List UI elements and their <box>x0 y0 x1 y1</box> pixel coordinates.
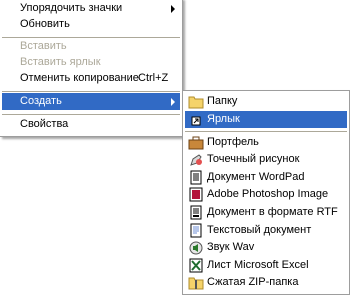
submenu-arrow-icon <box>171 98 175 106</box>
zip-folder-icon <box>188 275 204 290</box>
shortcut-icon <box>188 112 204 127</box>
submenu-item-label: Папку <box>207 95 238 107</box>
menu-item-label: Свойства <box>20 118 69 130</box>
submenu-item-label: Сжатая ZIP-папка <box>207 276 299 288</box>
submenu-item-label: Лист Microsoft Excel <box>207 259 309 271</box>
text-document-icon <box>188 223 204 238</box>
photoshop-icon <box>188 187 204 202</box>
submenu-item-label: Adobe Photoshop Image <box>207 188 329 200</box>
excel-icon <box>188 258 204 273</box>
menu-item-label: Создать <box>20 95 62 107</box>
rtf-icon <box>188 205 204 220</box>
submenu-item-briefcase[interactable]: Портфель <box>185 134 347 151</box>
menu-item-shortcut: Ctrl+Z <box>138 72 169 84</box>
submenu-item-zip-folder[interactable]: Сжатая ZIP-папка <box>185 274 347 291</box>
submenu-item-label: Ярлык <box>207 113 240 125</box>
submenu-item-wav-sound[interactable]: Звук Wav <box>185 239 347 256</box>
submenu-item-bitmap[interactable]: Точечный рисунок <box>185 151 347 168</box>
submenu-item-text-document[interactable]: Текстовый документ <box>185 222 347 239</box>
sound-icon <box>188 240 204 255</box>
menu-item-paste-shortcut[interactable]: Вставить ярлык <box>2 54 180 71</box>
menu-item-undo-copy[interactable]: Отменить копирование Ctrl+Z <box>2 70 180 87</box>
desktop-context-menu: Упорядочить значки Обновить Вставить Вст… <box>0 0 183 137</box>
menu-item-label: Обновить <box>20 18 70 30</box>
submenu-item-wordpad[interactable]: Документ WordPad <box>185 169 347 186</box>
menu-item-arrange-icons[interactable]: Упорядочить значки <box>2 0 180 17</box>
menu-item-properties[interactable]: Свойства <box>2 116 180 133</box>
submenu-item-label: Точечный рисунок <box>207 153 300 165</box>
menu-item-label: Вставить <box>20 40 67 52</box>
submenu-item-excel[interactable]: Лист Microsoft Excel <box>185 257 347 274</box>
submenu-item-label: Документ в формате RTF <box>207 206 338 218</box>
submenu-item-label: Портфель <box>207 136 259 148</box>
menu-item-paste[interactable]: Вставить <box>2 38 180 55</box>
menu-separator <box>185 131 347 132</box>
menu-item-new[interactable]: Создать <box>2 93 180 110</box>
submenu-item-label: Документ WordPad <box>207 171 305 183</box>
wordpad-icon <box>188 170 204 185</box>
submenu-item-label: Текстовый документ <box>207 224 312 236</box>
submenu-item-rtf[interactable]: Документ в формате RTF <box>185 204 347 221</box>
menu-item-refresh[interactable]: Обновить <box>2 16 180 33</box>
menu-item-label: Вставить ярлык <box>20 56 101 68</box>
menu-item-label: Отменить копирование <box>20 72 139 84</box>
submenu-item-label: Звук Wav <box>207 241 255 253</box>
menu-separator <box>2 114 180 115</box>
menu-separator <box>2 91 180 92</box>
folder-icon <box>188 94 204 109</box>
submenu-item-folder[interactable]: Папку <box>185 93 347 110</box>
submenu-item-photoshop[interactable]: Adobe Photoshop Image <box>185 186 347 203</box>
submenu-item-shortcut[interactable]: Ярлык <box>185 111 347 128</box>
new-submenu: Папку Ярлык Портфель Точечный рисунок До… <box>182 90 350 295</box>
submenu-arrow-icon <box>171 5 175 13</box>
menu-item-label: Упорядочить значки <box>20 2 123 14</box>
briefcase-icon <box>188 135 204 150</box>
bitmap-icon <box>188 152 204 167</box>
